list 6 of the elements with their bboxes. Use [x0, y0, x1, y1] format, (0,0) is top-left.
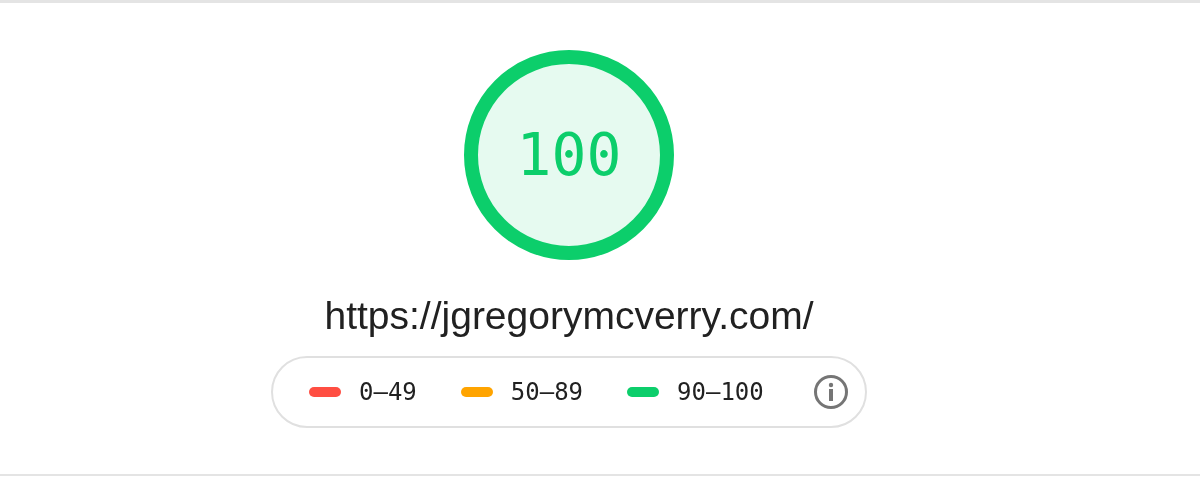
- score-value: 100: [516, 126, 622, 184]
- info-icon[interactable]: [813, 373, 849, 410]
- legend-range: 50–89: [510, 377, 584, 406]
- page-url: https://jgregorymcverry.com/: [324, 295, 814, 338]
- legend-range: 0–49: [359, 377, 417, 406]
- legend-range: 90–100: [677, 377, 764, 406]
